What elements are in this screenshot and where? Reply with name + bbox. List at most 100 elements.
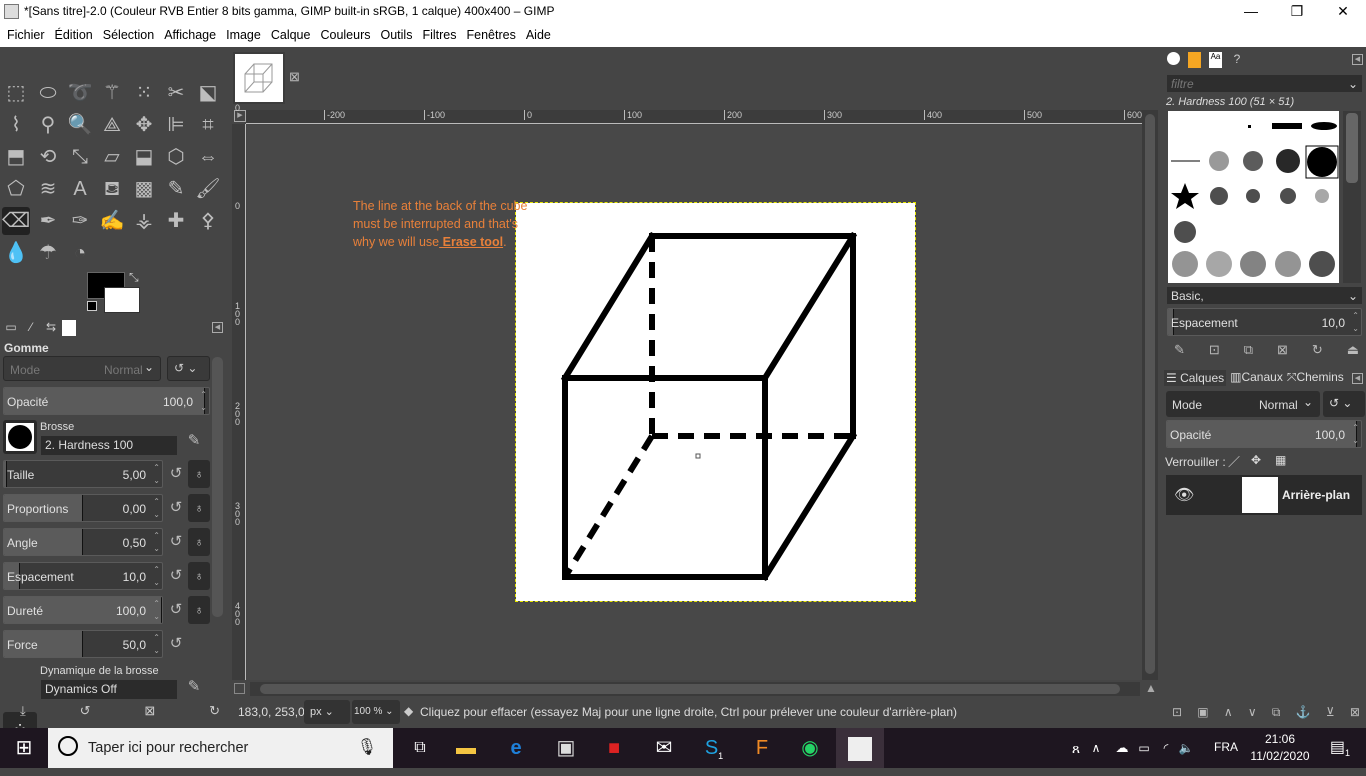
close-button[interactable]: ✕ [1320,0,1366,23]
smudge-tool-icon[interactable]: 💧 [2,239,30,267]
perspective-clone-tool-icon[interactable]: ⚴ [194,207,222,235]
tool-options-tab-icon[interactable]: ▭ [2,320,20,336]
tab-paths[interactable]: ⤧Chemins [1287,370,1344,386]
anchor-layer-icon[interactable]: ⚓ [1296,705,1311,720]
layer-row[interactable]: 👁 Arrière-plan [1166,475,1362,515]
lock-position-icon[interactable]: ✥ [1251,453,1261,467]
tab-channels[interactable]: ▥Canaux [1230,370,1283,386]
brush-preview[interactable] [3,420,37,454]
unit-select[interactable]: px ⌄ [304,700,350,724]
cage-transform-tool-icon[interactable]: ⬠ [2,175,30,203]
background-color-swatch[interactable] [104,287,140,313]
merge-layer-icon[interactable]: ⊻ [1326,705,1335,720]
clock[interactable]: 21:06 11/02/2020 [1250,731,1310,765]
maximize-button[interactable]: ❐ [1274,0,1320,23]
align-tool-icon[interactable]: ⊫ [162,111,190,139]
blur-sharpen-tool-icon[interactable]: ☂ [34,239,62,267]
brushes-panel-menu-icon[interactable]: ◀ [1352,54,1363,65]
heal-tool-icon[interactable]: ✚ [162,207,190,235]
default-colors-icon[interactable] [87,301,97,311]
task-view-icon[interactable]: ⧉ [396,728,444,768]
minimize-button[interactable]: — [1228,0,1274,23]
onedrive-icon[interactable]: ☁ [1110,728,1134,768]
perspective-tool-icon[interactable]: ⬡ [162,143,190,171]
new-brush-icon[interactable]: ⊡ [1209,342,1220,358]
brushes-tab-icon[interactable] [1167,52,1180,65]
navigate-icon[interactable]: ▲ [1145,681,1157,695]
proportions-slider[interactable]: Proportions 0,00 ⌃ ⌄ [3,494,163,522]
quick-mask-toggle[interactable] [234,683,245,694]
undo-history-tab-icon[interactable]: ⇆ [42,320,60,336]
tool-options-scrollbar[interactable] [212,357,223,617]
edit-brush-icon[interactable]: ✎ [1174,342,1185,358]
link-chain-icon[interactable]: ♁ [188,460,210,488]
flip-tool-icon[interactable]: ⇔ [194,143,222,171]
volume-icon[interactable]: 🔈 [1176,728,1196,768]
open-brush-as-image-icon[interactable]: ⏏ [1347,342,1359,358]
search-box[interactable]: Taper ici pour rechercher [48,728,293,768]
unified-transform-tool-icon[interactable]: ⬒ [2,143,30,171]
rect-select-tool-icon[interactable]: ⬚ [2,79,30,107]
ink-tool-icon[interactable]: ✑ [66,207,94,235]
brush-grid[interactable] [1168,111,1339,283]
color-picker-tool-icon[interactable]: ⚲ [34,111,62,139]
language-indicator[interactable]: FRA [1214,740,1238,754]
layer-opacity-slider[interactable]: Opacité 100,0 ⌃ ⌄ [1166,420,1362,448]
save-options-icon[interactable]: ⤓ [20,703,26,719]
menu-aide[interactable]: Aide [521,28,556,42]
opacity-slider[interactable]: Opacité 100,0 ⌃ ⌄ [3,387,210,415]
gift-app-icon[interactable]: ■ [590,728,638,768]
menu-fenetres[interactable]: Fenêtres [461,28,520,42]
layer-mode-select[interactable]: Mode Normal ⌄ [1166,391,1320,417]
paintbrush-tool-icon[interactable]: 🖌 [194,175,222,203]
handle-transform-tool-icon[interactable]: ⬓ [130,143,158,171]
panel-menu-icon[interactable]: ◀ [212,322,223,333]
link-chain-icon[interactable]: ♁ [188,528,210,556]
brush-spacing-slider[interactable]: Espacement 10,0 ⌃ ⌄ [1167,308,1362,336]
skype-icon[interactable]: S1 [690,728,738,768]
pencil-tool-icon[interactable]: ✎ [162,175,190,203]
windows-start-icon[interactable]: ⊞ [0,728,48,768]
link-chain-icon[interactable]: ♁ [188,596,210,624]
fusion-app-icon[interactable]: F [738,728,786,768]
duplicate-layer-icon[interactable]: ⧉ [1272,705,1281,720]
blend-tool-icon[interactable]: ▩ [130,175,158,203]
reset-slider-icon[interactable]: ↺ [165,562,187,590]
delete-brush-icon[interactable]: ⊠ [1277,342,1288,358]
raise-layer-icon[interactable]: ∧ [1224,705,1233,720]
link-chain-icon[interactable]: ♁ [188,494,210,522]
shear-tool-icon[interactable]: ▱ [98,143,126,171]
duplicate-brush-icon[interactable]: ⧉ [1244,342,1253,358]
wifi-icon[interactable]: ◜ [1156,728,1176,768]
reset-slider-icon[interactable]: ↺ [165,596,187,624]
airbrush-tool-icon[interactable]: ✒ [34,207,62,235]
menu-calque[interactable]: Calque [266,28,316,42]
menu-fichier[interactable]: Fichier [2,28,50,42]
scale-tool-icon[interactable]: ⤡ [66,143,94,171]
notifications-icon[interactable]: ▤1 [1316,728,1364,768]
text-tool-icon[interactable]: A [66,175,94,203]
device-status-tab-icon[interactable]: ⁄ [22,320,40,336]
new-layer-group-icon[interactable]: ▣ [1197,705,1208,720]
bucket-fill-tool-icon[interactable]: ⛾ [98,175,126,203]
dynamics-field[interactable]: Dynamics Off [41,680,177,699]
espacement-slider[interactable]: Espacement 10,0 ⌃ ⌄ [3,562,163,590]
horizontal-scrollbar[interactable] [250,682,1140,696]
brush-name-field[interactable]: 2. Hardness 100 [41,436,177,455]
delete-layer-icon[interactable]: ⊠ [1350,705,1360,720]
reset-slider-icon[interactable]: ↺ [165,494,187,522]
whatsapp-icon[interactable]: ◉ [786,728,834,768]
scissors-select-tool-icon[interactable]: ✂ [162,79,190,107]
link-chain-icon[interactable]: ♁ [188,562,210,590]
menu-image[interactable]: Image [221,28,266,42]
tab-layers[interactable]: ☰ Calques [1164,370,1227,386]
edge-icon[interactable]: e [492,728,540,768]
menu-selection[interactable]: Sélection [98,28,159,42]
restore-options-icon[interactable]: ↺ [80,703,91,719]
battery-icon[interactable]: ▭ [1134,728,1154,768]
layers-panel-menu-icon[interactable]: ◀ [1352,373,1363,384]
reset-options-icon[interactable]: ↻ [209,703,220,719]
ellipse-select-tool-icon[interactable]: ⬭ [34,79,62,107]
reset-slider-icon[interactable]: ↺ [165,460,187,488]
zoom-tool-icon[interactable]: 🔍 [66,111,94,139]
